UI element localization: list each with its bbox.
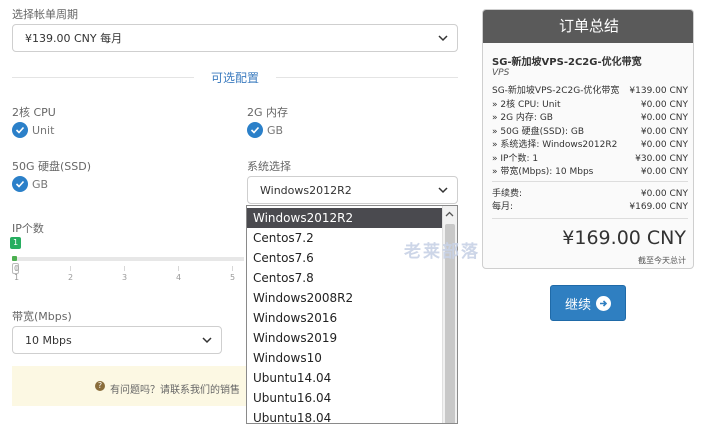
help-text[interactable]: 有问题吗？请联系我们的销售 — [110, 381, 240, 396]
cpu-checkbox[interactable] — [12, 122, 28, 138]
disk-option-label: 50G 硬盘(SSD) — [12, 160, 92, 173]
summary-line: » 带宽(Mbps): 10 Mbps ¥0.00 CNY — [492, 166, 688, 179]
os-option-item[interactable]: Ubuntu16.04 — [247, 388, 443, 408]
summary-fee-line: 手续费: ¥0.00 CNY — [492, 188, 688, 201]
cpu-unit: Unit — [32, 124, 55, 137]
summary-line-value: ¥0.00 CNY — [640, 99, 688, 110]
disk-checkbox[interactable] — [12, 176, 28, 192]
ram-option-label: 2G 内存 — [247, 106, 289, 119]
os-option-item[interactable]: Windows10 — [247, 348, 443, 368]
order-summary-header: 订单总结 — [483, 10, 693, 43]
summary-line-value: ¥139.00 CNY — [629, 86, 688, 96]
os-option-item[interactable]: Windows2008R2 — [247, 288, 443, 308]
summary-line-label: » IP个数: 1 — [492, 153, 539, 164]
summary-line: » 50G 硬盘(SSD): GB ¥0.00 CNY — [492, 126, 688, 139]
summary-fee-value: ¥0.00 CNY — [640, 189, 688, 199]
slider-tick-label: 5 — [230, 273, 236, 282]
ram-checkbox[interactable] — [247, 122, 263, 138]
bandwidth-select[interactable]: 10 Mbps — [12, 326, 222, 354]
billing-cycle-select[interactable]: ¥139.00 CNY 每月 — [12, 24, 458, 52]
summary-product-category: VPS — [492, 68, 510, 78]
summary-line: » 2核 CPU: Unit ¥0.00 CNY — [492, 99, 688, 112]
cpu-option-label: 2核 CPU — [12, 106, 56, 119]
summary-line-label: » 带宽(Mbps): 10 Mbps — [492, 167, 594, 177]
chevron-down-icon — [438, 35, 448, 42]
chevron-down-icon — [438, 187, 448, 194]
summary-line-value: ¥0.00 CNY — [640, 140, 688, 150]
ram-unit: GB — [267, 124, 284, 137]
slider-tick — [70, 266, 71, 271]
summary-line: SG-新加坡VPS-2C2G-优化带宽 ¥139.00 CNY — [492, 85, 688, 98]
bandwidth-label: 带宽(Mbps) — [12, 310, 72, 323]
summary-line-value: ¥0.00 CNY — [640, 167, 688, 177]
os-option-item[interactable]: Ubuntu18.04 — [247, 408, 443, 423]
ip-slider-fill — [12, 256, 17, 261]
summary-line-value: ¥0.00 CNY — [640, 126, 688, 137]
slider-tick — [178, 266, 179, 271]
section-divider-right — [276, 77, 458, 78]
summary-fee-value: ¥169.00 CNY — [629, 202, 688, 212]
summary-fee-label: 手续费: — [492, 189, 523, 199]
os-select-value: Windows2012R2 — [260, 183, 352, 197]
summary-line-label: » 2G 内存: GB — [492, 113, 553, 123]
os-option-item[interactable]: Windows2012R2 — [247, 208, 443, 228]
os-option-item[interactable]: Windows2019 — [247, 328, 443, 348]
billing-cycle-value: ¥139.00 CNY 每月 — [25, 32, 123, 45]
summary-line-label: » 50G 硬盘(SSD): GB — [492, 126, 585, 137]
os-option-label: 系统选择 — [247, 160, 291, 173]
slider-tick-label: 4 — [176, 273, 182, 282]
slider-tick-label: 2 — [68, 273, 74, 282]
os-option-item[interactable]: Ubuntu14.04 — [247, 368, 443, 388]
continue-button[interactable]: 继续 — [550, 285, 626, 321]
chevron-down-icon — [202, 337, 212, 344]
summary-line-label: » 系统选择: Windows2012R2 — [492, 140, 618, 150]
order-summary-panel: 订单总结 SG-新加坡VPS-2C2G-优化带宽 VPS SG-新加坡VPS-2… — [482, 9, 694, 269]
check-icon — [15, 126, 25, 134]
ip-slider-track[interactable] — [12, 257, 244, 261]
check-icon — [15, 180, 25, 188]
ip-count-label: IP个数 — [12, 222, 44, 235]
slider-tick-label: 1 — [14, 273, 20, 282]
arrow-right-circle-icon — [596, 295, 611, 311]
summary-line-value: ¥30.00 CNY — [635, 153, 688, 164]
slider-tick — [232, 266, 233, 271]
summary-total: ¥169.00 CNY — [562, 227, 686, 249]
summary-product-name: SG-新加坡VPS-2C2G-优化带宽 — [492, 57, 642, 68]
section-divider-left — [12, 77, 194, 78]
summary-divider — [492, 218, 688, 219]
summary-line: » 2G 内存: GB ¥0.00 CNY — [492, 112, 688, 125]
summary-line-label: SG-新加坡VPS-2C2G-优化带宽 — [492, 86, 620, 96]
os-option-item[interactable]: Windows2016 — [247, 308, 443, 328]
slider-value-badge: 1 — [10, 237, 21, 249]
question-circle-icon: ? — [95, 381, 105, 391]
check-icon — [250, 126, 260, 134]
os-select[interactable]: Windows2012R2 — [247, 176, 458, 204]
slider-tick-label: 0 — [14, 264, 20, 273]
continue-button-label: 继续 — [564, 297, 591, 313]
summary-line: » 系统选择: Windows2012R2 ¥0.00 CNY — [492, 139, 688, 152]
config-section-title: 可选配置 — [210, 71, 259, 85]
bandwidth-value: 10 Mbps — [25, 333, 72, 347]
summary-line-label: » 2核 CPU: Unit — [492, 99, 561, 110]
chevron-up-icon[interactable] — [445, 210, 454, 219]
summary-total-note: 截至今天总计 — [638, 256, 686, 265]
disk-unit: GB — [32, 178, 49, 191]
summary-fee-label: 每月: — [492, 202, 514, 212]
summary-line: » IP个数: 1 ¥30.00 CNY — [492, 153, 688, 166]
summary-line-value: ¥0.00 CNY — [640, 113, 688, 123]
slider-tick-label: 3 — [122, 273, 128, 282]
watermark: 老莱部落 — [404, 242, 480, 262]
summary-fee-line: 每月: ¥169.00 CNY — [492, 201, 688, 214]
slider-tick — [124, 266, 125, 271]
billing-cycle-label: 选择帐单周期 — [12, 8, 78, 21]
summary-divider — [492, 181, 688, 182]
os-option-item[interactable]: Centos7.8 — [247, 268, 443, 288]
